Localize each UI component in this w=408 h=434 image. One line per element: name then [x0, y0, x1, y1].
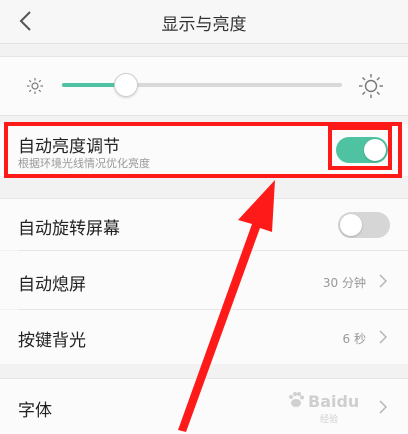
toggle-knob — [340, 214, 362, 236]
screen-timeout-label: 自动熄屏 — [18, 275, 86, 295]
top-bar: 显示与亮度 — [0, 0, 408, 44]
key-backlight-row[interactable]: 按键背光 6 秒 — [0, 310, 408, 364]
brightness-slider[interactable] — [62, 73, 342, 97]
paw-icon — [289, 392, 304, 407]
screen-timeout-value: 30 分钟 — [322, 276, 366, 290]
font-label: 字体 — [18, 401, 52, 421]
auto-rotate-label: 自动旋转屏幕 — [18, 219, 120, 239]
screen-timeout-row[interactable]: 自动熄屏 30 分钟 — [0, 251, 408, 309]
sun-small-icon — [27, 78, 43, 94]
page-title: 显示与亮度 — [161, 15, 247, 35]
baidu-watermark: Baidu 经验 — [286, 386, 406, 430]
chevron-right-icon — [379, 274, 388, 288]
watermark-subtext: 经验 — [320, 415, 339, 425]
key-backlight-value: 6 秒 — [342, 332, 366, 346]
chevron-right-icon — [379, 330, 388, 344]
watermark-text: Baidu — [308, 392, 360, 411]
auto-rotate-row[interactable]: 自动旋转屏幕 — [0, 198, 408, 250]
brightness-section — [0, 56, 408, 116]
auto-rotate-toggle[interactable] — [338, 212, 390, 238]
highlight-box-toggle — [328, 126, 392, 170]
sun-large-icon — [359, 74, 383, 98]
brightness-slider-thumb[interactable] — [114, 73, 139, 97]
key-backlight-label: 按键背光 — [18, 331, 86, 351]
